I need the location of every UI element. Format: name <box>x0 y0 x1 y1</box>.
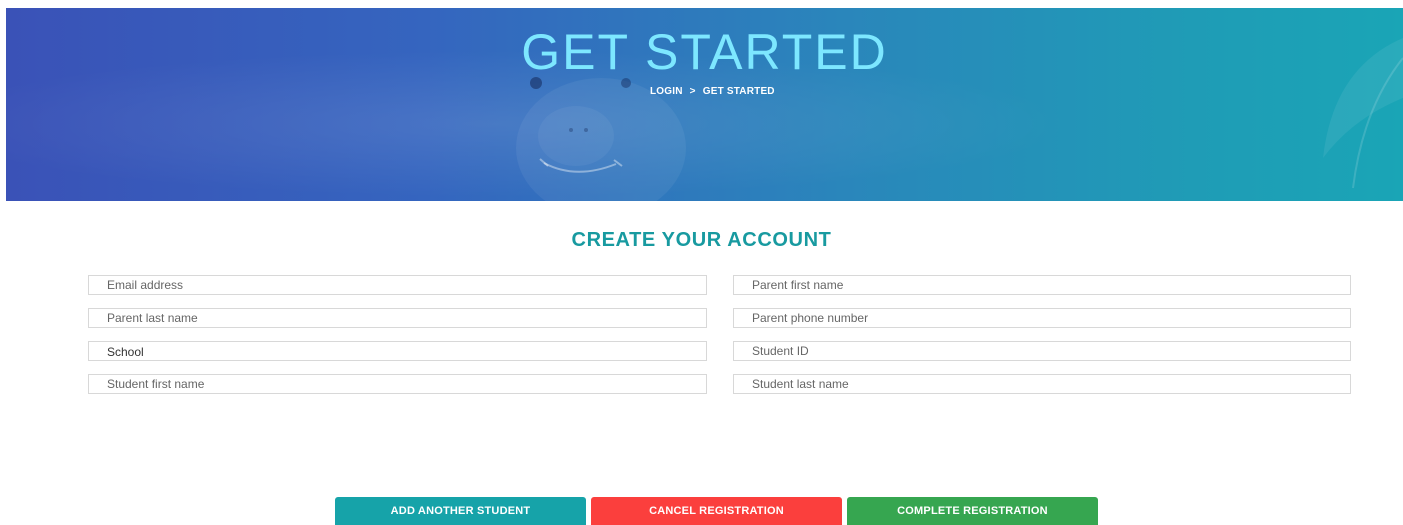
breadcrumb-separator: > <box>689 86 696 97</box>
breadcrumb-login-link[interactable]: LOGIN <box>650 86 683 97</box>
cancel-registration-button[interactable]: CANCEL REGISTRATION <box>591 497 842 525</box>
complete-registration-button[interactable]: COMPLETE REGISTRATION <box>847 497 1098 525</box>
breadcrumb-current: GET STARTED <box>702 86 775 97</box>
parent-phone-field[interactable] <box>733 308 1351 328</box>
form-title: CREATE YOUR ACCOUNT <box>571 229 832 251</box>
email-field[interactable] <box>88 275 707 295</box>
hero-banner: GET STARTED LOGIN > GET STARTED <box>6 8 1403 201</box>
breadcrumb: LOGIN > GET STARTED <box>650 86 775 97</box>
page-title: GET STARTED <box>521 24 888 80</box>
student-first-name-field[interactable] <box>88 374 707 394</box>
student-id-field[interactable] <box>733 341 1351 361</box>
add-another-student-button[interactable]: ADD ANOTHER STUDENT <box>335 497 586 525</box>
parent-last-name-field[interactable] <box>88 308 707 328</box>
parent-first-name-field[interactable] <box>733 275 1351 295</box>
school-select-value: School <box>107 345 144 359</box>
school-select[interactable]: School <box>88 341 707 361</box>
student-last-name-field[interactable] <box>733 374 1351 394</box>
